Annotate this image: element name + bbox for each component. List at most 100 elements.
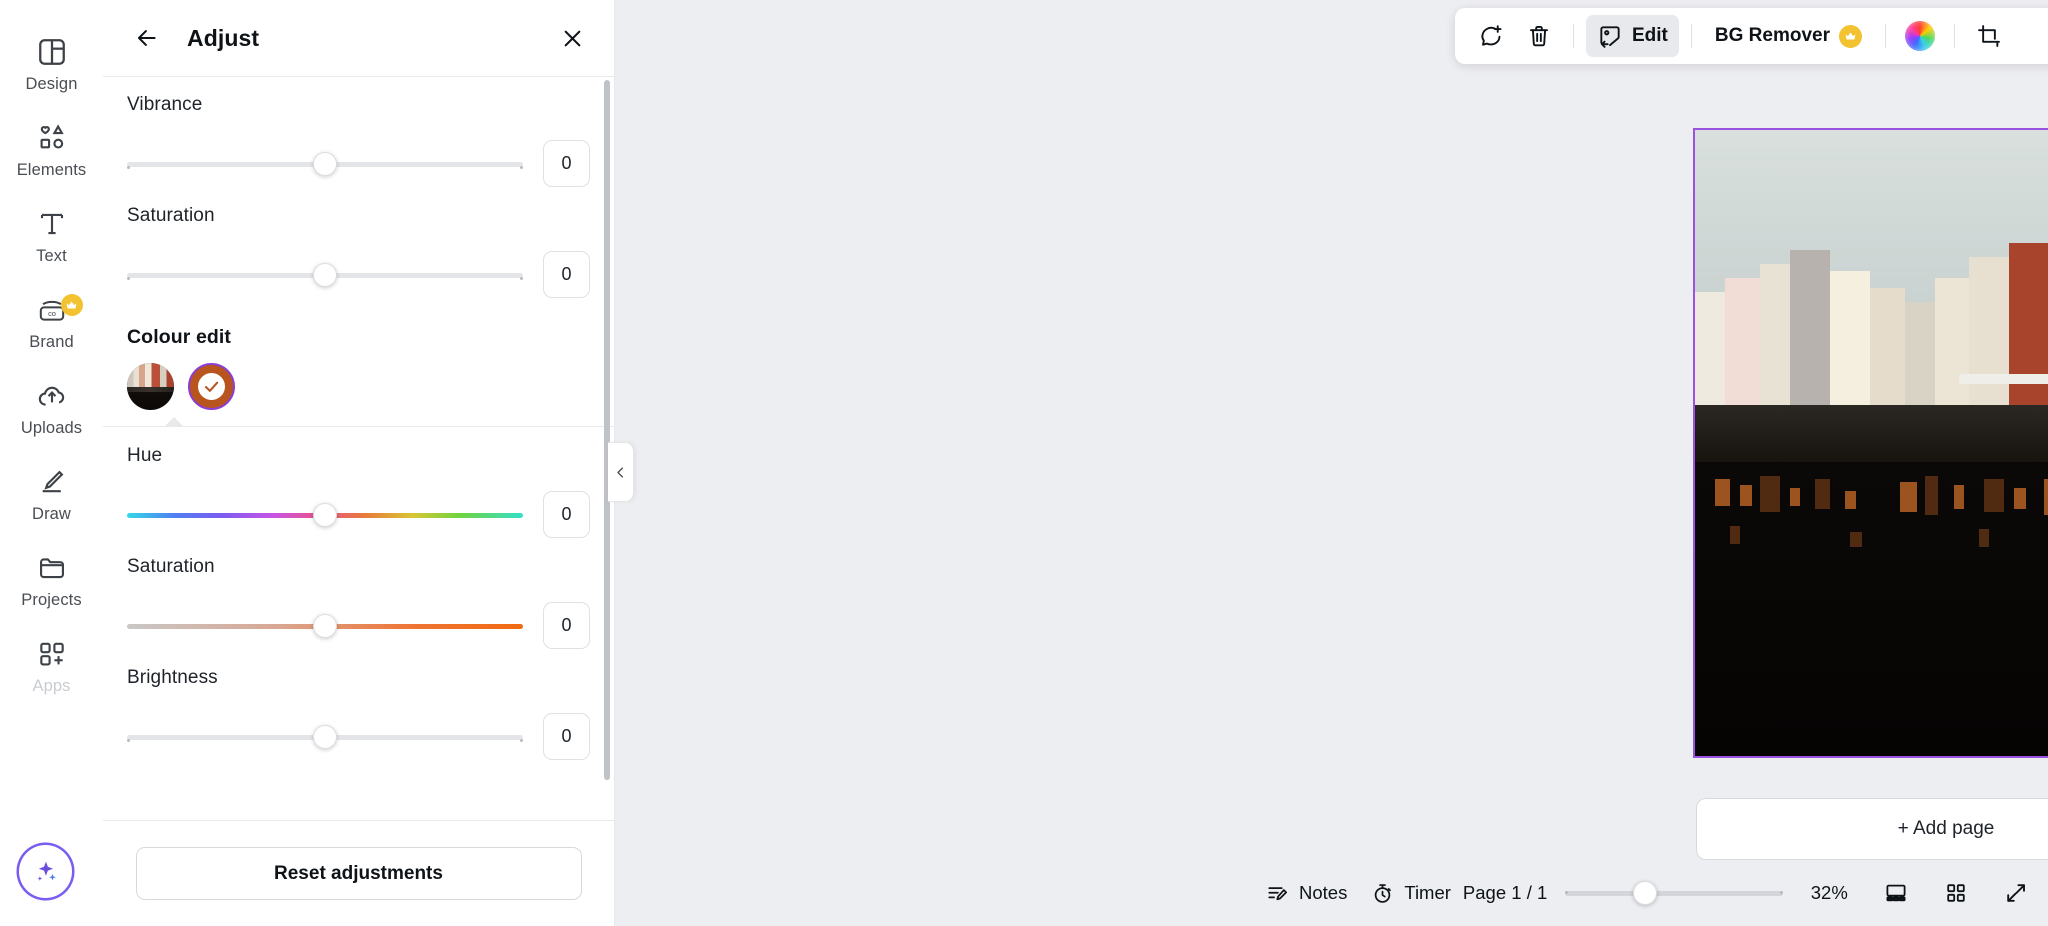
sidebar-label: Elements bbox=[16, 161, 87, 179]
panel-footer: Reset adjustments bbox=[103, 820, 614, 926]
sidebar-item-brand[interactable]: co Brand bbox=[8, 280, 96, 366]
colour-saturation-value-input[interactable]: 0 bbox=[543, 602, 590, 649]
fullscreen-icon bbox=[2007, 884, 2026, 902]
fullscreen-button[interactable] bbox=[1995, 872, 2037, 914]
colour-wheel-button[interactable] bbox=[1898, 15, 1942, 57]
folder-icon bbox=[36, 552, 68, 584]
brightness-slider[interactable] bbox=[127, 724, 523, 749]
sidebar-item-draw[interactable]: Draw bbox=[8, 452, 96, 538]
slider-knob[interactable] bbox=[313, 151, 337, 176]
presentation-view-icon bbox=[1886, 884, 1906, 902]
back-button[interactable] bbox=[127, 18, 167, 58]
sidebar-label: Apps bbox=[32, 677, 71, 695]
brightness-control: Brightness 0 bbox=[127, 649, 590, 760]
hue-value-input[interactable]: 0 bbox=[543, 491, 590, 538]
presentation-view-button[interactable] bbox=[1875, 872, 1917, 914]
notes-button[interactable]: Notes bbox=[1254, 874, 1359, 913]
grid-view-icon bbox=[1947, 884, 1965, 902]
slider-min-dot bbox=[127, 738, 130, 742]
colour-wheel-icon bbox=[1905, 21, 1935, 51]
reset-adjustments-button[interactable]: Reset adjustments bbox=[135, 847, 582, 900]
original-photo-thumbnail[interactable] bbox=[127, 363, 174, 410]
control-label: Saturation bbox=[127, 205, 215, 226]
crown-icon bbox=[1839, 24, 1862, 48]
slider-knob[interactable] bbox=[313, 262, 337, 287]
comment-add-button[interactable] bbox=[1469, 15, 1513, 57]
svg-text:co: co bbox=[48, 309, 56, 318]
page-indicator: Page 1 / 1 bbox=[1462, 882, 1548, 903]
slider-max-dot bbox=[520, 165, 523, 169]
crop-button[interactable] bbox=[1967, 15, 2011, 57]
control-label: Brightness bbox=[127, 667, 218, 688]
left-sidebar: Design Elements Text co Brand Uploads Dr… bbox=[0, 0, 103, 926]
bg-remover-label: BG Remover bbox=[1714, 25, 1830, 46]
colour-edit-swatches bbox=[103, 349, 614, 410]
sidebar-label: Brand bbox=[29, 333, 74, 351]
trash-icon bbox=[1530, 25, 1548, 47]
slider-min-dot bbox=[127, 276, 130, 280]
panel-body: Vibrance 0 Saturation 0 Colour edit Hue … bbox=[103, 76, 614, 820]
flip-button[interactable] bbox=[2015, 15, 2037, 57]
canvas-stage[interactable]: Edit BG Remover + Add page Notes Timer P… bbox=[615, 0, 2048, 926]
slider-knob[interactable] bbox=[313, 724, 337, 749]
brightness-value-input[interactable]: 0 bbox=[543, 713, 590, 760]
sidebar-item-apps[interactable]: Apps bbox=[8, 624, 96, 710]
saturation-value-input[interactable]: 0 bbox=[543, 251, 590, 298]
sidebar-item-projects[interactable]: Projects bbox=[8, 538, 96, 624]
sidebar-label: Draw bbox=[32, 505, 71, 523]
bottom-bar-right: Page 1 / 1 32% bbox=[1463, 872, 2048, 914]
adjust-panel: Adjust Vibrance 0 Saturation 0 Colour ed… bbox=[103, 0, 615, 926]
artboard-page-1[interactable] bbox=[1693, 128, 2048, 758]
colour-saturation-control: Saturation 0 bbox=[127, 538, 590, 649]
pen-icon bbox=[36, 466, 68, 498]
magic-sparkles-icon bbox=[37, 861, 56, 881]
edit-image-button[interactable]: Edit bbox=[1586, 15, 1679, 57]
hue-slider[interactable] bbox=[127, 502, 523, 527]
close-panel-button[interactable] bbox=[552, 18, 592, 58]
shapes-icon bbox=[36, 122, 68, 154]
notes-label: Notes bbox=[1299, 882, 1348, 903]
colour-edit-selected-swatch[interactable] bbox=[188, 363, 235, 410]
top-adjust-group: Vibrance 0 Saturation 0 bbox=[103, 76, 614, 298]
magic-ai-button[interactable] bbox=[19, 845, 72, 898]
chevron-left-icon bbox=[617, 466, 624, 478]
zoom-knob[interactable] bbox=[1633, 881, 1658, 905]
sidebar-item-design[interactable]: Design bbox=[8, 22, 96, 108]
zoom-percentage: 32% bbox=[1810, 882, 1848, 903]
notes-icon bbox=[1268, 886, 1287, 900]
control-label: Vibrance bbox=[127, 94, 203, 115]
arrow-left-icon bbox=[137, 30, 156, 46]
photo-boat bbox=[1959, 374, 2048, 385]
vibrance-value-input[interactable]: 0 bbox=[543, 140, 590, 187]
sidebar-item-elements[interactable]: Elements bbox=[8, 108, 96, 194]
collapse-panel-button[interactable] bbox=[608, 442, 634, 502]
cloud-upload-icon bbox=[36, 380, 68, 412]
grid-view-button[interactable] bbox=[1935, 872, 1977, 914]
saturation-slider[interactable] bbox=[127, 262, 523, 287]
slider-knob[interactable] bbox=[313, 613, 337, 638]
photo-houses bbox=[1695, 242, 2048, 418]
crown-icon bbox=[60, 294, 83, 316]
bg-remover-button[interactable]: BG Remover bbox=[1704, 15, 1873, 57]
panel-scrollbar[interactable] bbox=[604, 80, 610, 780]
zoom-slider[interactable] bbox=[1565, 881, 1784, 905]
timer-button[interactable]: Timer bbox=[1359, 874, 1463, 913]
toolbar-separator bbox=[1690, 24, 1692, 48]
hue-control: Hue 0 bbox=[127, 427, 590, 538]
control-label: Saturation bbox=[127, 556, 215, 577]
delete-button[interactable] bbox=[1517, 15, 1561, 57]
edit-image-icon bbox=[1600, 26, 1620, 48]
sidebar-item-uploads[interactable]: Uploads bbox=[8, 366, 96, 452]
colour-adjust-group: Hue 0 Saturation 0 Brightness 0 bbox=[103, 427, 614, 760]
slider-knob[interactable] bbox=[313, 502, 337, 527]
vibrance-slider[interactable] bbox=[127, 151, 523, 176]
slider-min-dot bbox=[127, 165, 130, 169]
check-icon bbox=[204, 381, 219, 392]
sidebar-item-text[interactable]: Text bbox=[8, 194, 96, 280]
comment-add-icon bbox=[1481, 25, 1502, 46]
colour-saturation-slider[interactable] bbox=[127, 613, 523, 638]
add-page-button[interactable]: + Add page bbox=[1696, 798, 2048, 860]
crop-icon bbox=[1978, 25, 2000, 47]
toolbar-separator bbox=[1954, 24, 1955, 48]
object-toolbar: Edit BG Remover bbox=[1455, 8, 2048, 64]
